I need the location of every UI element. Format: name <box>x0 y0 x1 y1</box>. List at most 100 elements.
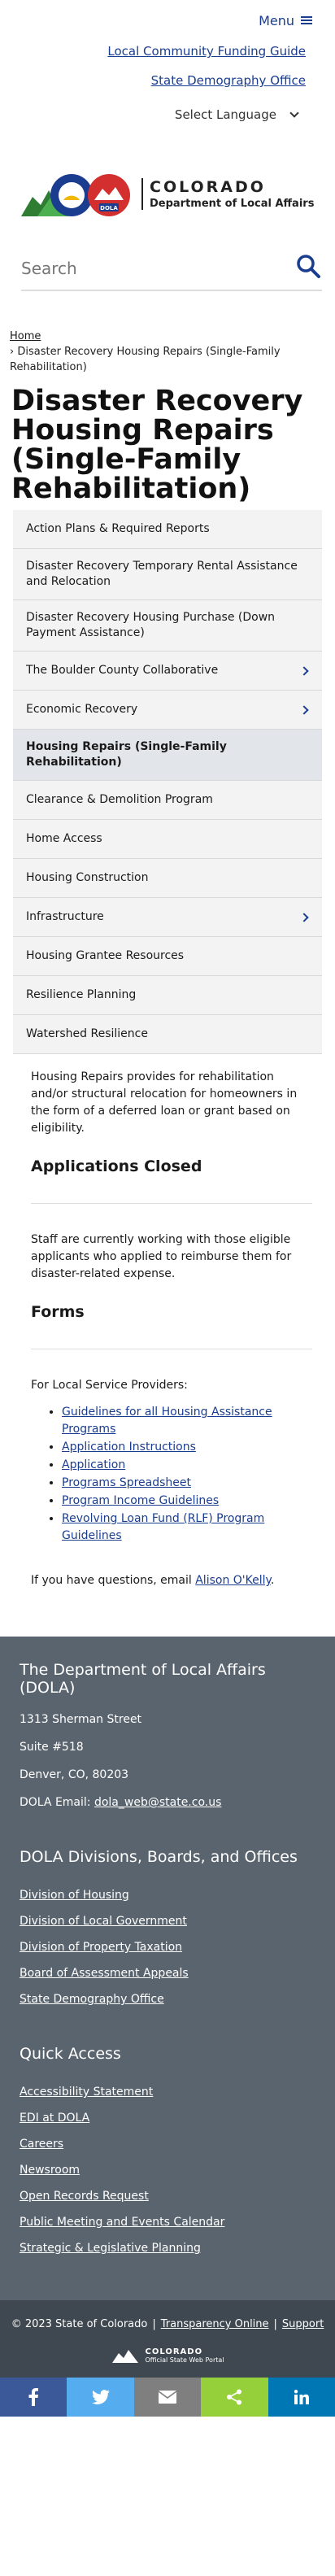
language-select[interactable]: Select Language <box>0 107 312 122</box>
language-label: Select Language <box>174 107 276 122</box>
separator: | <box>152 2318 156 2330</box>
footer-divisions-title: DOLA Divisions, Boards, and Offices <box>20 1848 298 1866</box>
list-item: Programs Spreadsheet <box>62 1475 312 1492</box>
breadcrumb-home[interactable]: Home <box>10 330 41 342</box>
side-nav-item-resilience-planning[interactable]: Resilience Planning <box>13 976 322 1015</box>
side-nav-item-action-plans[interactable]: Action Plans & Required Reports <box>13 510 322 549</box>
forms-list: Guidelines for all Housing Assistance Pr… <box>62 1404 312 1545</box>
separator: | <box>273 2318 277 2330</box>
side-nav-label: Housing Construction <box>26 871 149 884</box>
intro-text: Housing Repairs provides for rehabilitat… <box>31 1070 298 1135</box>
official-state: COLORADO <box>145 2347 203 2356</box>
footer-link-accessibility[interactable]: Accessibility Statement <box>20 2086 335 2099</box>
menu-button[interactable]: Menu <box>259 11 312 29</box>
contact-email-link[interactable]: Alison O'Kelly <box>195 1574 271 1587</box>
footer-divisions: DOLA Divisions, Boards, and Offices Divi… <box>20 1848 335 2006</box>
facebook-icon <box>28 2388 39 2406</box>
footer-link-careers[interactable]: Careers <box>20 2138 335 2151</box>
list-item: Application Instructions <box>62 1439 312 1456</box>
address-line: Suite #518 <box>20 1741 84 1754</box>
form-link-rlf-guidelines[interactable]: Revolving Loan Fund (RLF) Program Guidel… <box>62 1512 264 1542</box>
chevron-right-icon[interactable] <box>299 704 309 715</box>
footer-quick-title: Quick Access <box>20 2045 121 2063</box>
official-portal-logo[interactable]: COLORADO Official State Web Portal <box>0 2347 335 2365</box>
footer-address: 1313 Sherman Street Suite #518 Denver, C… <box>20 1713 335 1809</box>
form-link-guidelines[interactable]: Guidelines for all Housing Assistance Pr… <box>62 1406 272 1436</box>
forms-intro: For Local Service Providers: <box>31 1379 188 1392</box>
side-nav-item-grantee-resources[interactable]: Housing Grantee Resources <box>13 937 322 976</box>
side-nav-item-boulder-county[interactable]: The Boulder County Collaborative <box>13 652 322 691</box>
page: Menu Local Community Funding Guide State… <box>0 0 335 2417</box>
support-link[interactable]: Support <box>282 2318 324 2330</box>
side-nav-item-housing-purchase[interactable]: Disaster Recovery Housing Purchase (Down… <box>13 600 322 652</box>
share-twitter-button[interactable] <box>67 2378 134 2417</box>
form-link-program-income[interactable]: Program Income Guidelines <box>62 1494 219 1507</box>
share-linkedin-button[interactable] <box>268 2378 335 2417</box>
share-facebook-button[interactable] <box>0 2378 67 2417</box>
copyright: © 2023 State of Colorado <box>11 2318 148 2330</box>
site-logo[interactable]: DOLA COLORADO Department of Local Affair… <box>0 122 335 220</box>
footer-link-division-property-taxation[interactable]: Division of Property Taxation <box>20 1941 335 1954</box>
footer-link-board-assessment-appeals[interactable]: Board of Assessment Appeals <box>20 1967 335 1980</box>
state-demography-link[interactable]: State Demography Office <box>0 73 312 88</box>
form-link-application[interactable]: Application <box>62 1458 125 1471</box>
side-nav-label: Clearance & Demolition Program <box>26 793 213 806</box>
side-nav-item-watershed-resilience[interactable]: Watershed Resilience <box>13 1015 322 1054</box>
side-nav-label: The Boulder County Collaborative <box>26 664 219 677</box>
dola-badge-text: DOLA <box>100 205 118 211</box>
side-nav-item-rental-assistance[interactable]: Disaster Recovery Temporary Rental Assis… <box>13 549 322 600</box>
email-label: DOLA Email: <box>20 1796 94 1809</box>
share-sharethis-button[interactable] <box>201 2378 268 2417</box>
form-link-programs-spreadsheet[interactable]: Programs Spreadsheet <box>62 1476 191 1489</box>
footer-link-newsroom[interactable]: Newsroom <box>20 2164 335 2177</box>
side-nav-item-housing-construction[interactable]: Housing Construction <box>13 859 322 898</box>
form-link-application-instructions[interactable]: Application Instructions <box>62 1441 196 1454</box>
side-nav-item-home-access[interactable]: Home Access <box>13 820 322 859</box>
list-item: Program Income Guidelines <box>62 1493 312 1510</box>
list-item: Revolving Loan Fund (RLF) Program Guidel… <box>62 1510 312 1545</box>
side-nav-item-housing-repairs[interactable]: Housing Repairs (Single-Family Rehabilit… <box>13 730 322 781</box>
footer-link-division-local-government[interactable]: Division of Local Government <box>20 1915 335 1928</box>
side-nav-item-infrastructure[interactable]: Infrastructure <box>13 898 322 937</box>
logo-state: COLORADO <box>150 177 266 196</box>
local-funding-guide-link[interactable]: Local Community Funding Guide <box>0 44 312 59</box>
side-nav-label: Action Plans & Required Reports <box>26 522 210 535</box>
main-content: Housing Repairs provides for rehabilitat… <box>31 1069 312 1589</box>
side-nav-label: Disaster Recovery Temporary Rental Assis… <box>26 560 298 588</box>
share-email-button[interactable] <box>133 2378 202 2417</box>
footer-link-division-housing[interactable]: Division of Housing <box>20 1889 335 1902</box>
search-input[interactable] <box>21 252 265 285</box>
footer-email-link[interactable]: dola_web@state.co.us <box>94 1796 221 1809</box>
footer-link-state-demography[interactable]: State Demography Office <box>20 1993 335 2006</box>
contact-suffix: . <box>270 1574 275 1587</box>
side-nav-label: Disaster Recovery Housing Purchase (Down… <box>26 611 276 639</box>
side-nav-label: Housing Grantee Resources <box>26 949 185 962</box>
list-item: Guidelines for all Housing Assistance Pr… <box>62 1404 312 1438</box>
footer-link-open-records[interactable]: Open Records Request <box>20 2190 335 2203</box>
share-bar <box>0 2378 335 2417</box>
chevron-right-icon[interactable] <box>299 665 309 676</box>
footer-org-title: The Department of Local Affairs (DOLA) <box>20 1661 266 1697</box>
address-line: 1313 Sherman Street <box>20 1713 142 1726</box>
side-nav-label: Infrastructure <box>26 910 104 923</box>
footer-link-edi[interactable]: EDI at DOLA <box>20 2112 335 2125</box>
side-nav-item-clearance[interactable]: Clearance & Demolition Program <box>13 781 322 820</box>
colorado-logo-icon: DOLA <box>21 174 130 216</box>
chevron-right-icon[interactable] <box>299 912 309 922</box>
divider <box>31 1203 312 1204</box>
footer-link-public-meetings[interactable]: Public Meeting and Events Calendar <box>20 2216 335 2229</box>
address-line: Denver, CO, 80203 <box>20 1768 129 1781</box>
hamburger-icon <box>301 15 312 25</box>
side-nav: Action Plans & Required Reports Disaster… <box>13 510 322 1054</box>
colorado-c-logo-icon <box>112 2350 139 2363</box>
contact-prefix: If you have questions, email <box>31 1574 196 1587</box>
side-nav-item-economic-recovery[interactable]: Economic Recovery <box>13 691 322 730</box>
list-item: Application <box>62 1457 312 1474</box>
forms-heading: Forms <box>31 1303 85 1321</box>
search-icon[interactable] <box>296 254 320 278</box>
footer-quick-access: Quick Access Accessibility Statement EDI… <box>20 2045 335 2255</box>
footer-link-strategic-planning[interactable]: Strategic & Legislative Planning <box>20 2242 335 2255</box>
transparency-link[interactable]: Transparency Online <box>161 2318 269 2330</box>
logo-text: COLORADO Department of Local Affairs <box>141 177 314 210</box>
footer-email: DOLA Email: dola_web@state.co.us <box>20 1796 335 1809</box>
